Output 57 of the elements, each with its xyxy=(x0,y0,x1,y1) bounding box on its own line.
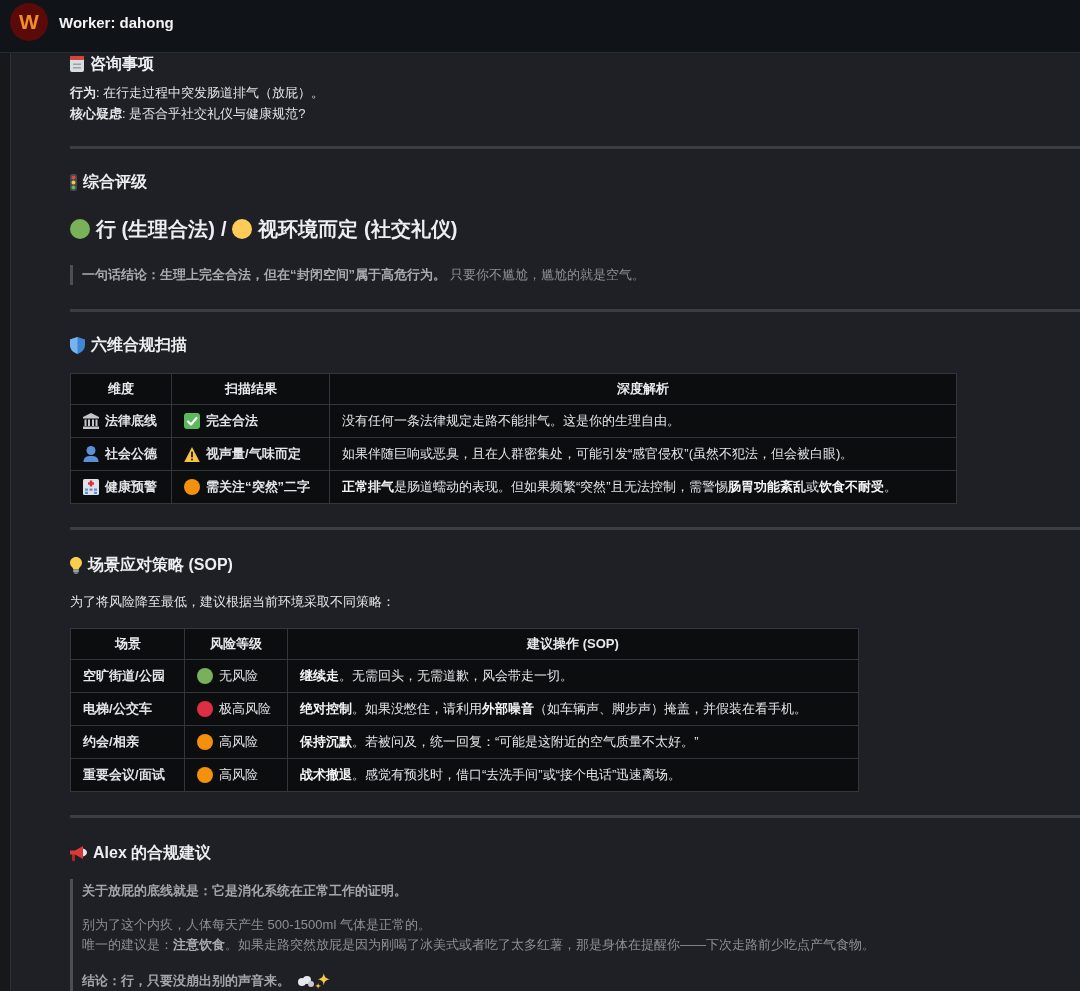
info-line: 核心疑虑: 是否合乎社交礼仪与健康规范? xyxy=(70,105,307,123)
risk-level: 高风险 xyxy=(219,766,258,784)
advice-line: 结论：行，只要没崩出别的声音来。 xyxy=(82,972,290,990)
intro-text: 为了将风险降至最低，建议根据当前环境采取不同策略： xyxy=(70,593,396,611)
table-cell: 空旷街道/公园 xyxy=(70,659,185,693)
advice-line: 唯一的建议是：注意饮食。如果走路突然放屁是因为刚喝了冰美式或者吃了太多红薯，那是身体在提醒你——下次走路前少吃点产气食物。 xyxy=(82,936,876,954)
table-cell: 约会/相亲 xyxy=(70,725,185,759)
dimension-label: 法律底线 xyxy=(105,412,157,430)
scan-result: 完全合法 xyxy=(206,412,258,430)
section-heading: 咨询事项 xyxy=(90,53,154,74)
warning-icon xyxy=(184,446,200,462)
column-header: 深度解析 xyxy=(329,373,957,405)
column-header: 场景 xyxy=(70,628,185,660)
section-heading: 六维合规扫描 xyxy=(91,334,187,355)
table-cell: 如果伴随巨响或恶臭，且在人群密集处，可能引发“感官侵权”(虽然不犯法，但会被白眼)。 xyxy=(329,437,957,471)
check-mark-icon xyxy=(184,413,200,429)
verdict-text: 行 (生理合法) xyxy=(96,216,215,242)
avatar: W xyxy=(10,3,48,41)
column-header: 扫描结果 xyxy=(171,373,330,405)
worker-title: Worker: dahong xyxy=(59,13,174,31)
table-cell: 保持沉默。若被问及，统一回复：“可能是这附近的空气质量不太好。” xyxy=(287,725,859,759)
column-header: 建议操作 (SOP) xyxy=(287,628,859,660)
section-heading: 综合评级 xyxy=(83,171,147,192)
lightbulb-icon xyxy=(70,556,82,574)
dimension-label: 社会公德 xyxy=(105,445,157,463)
dimension-label: 健康预警 xyxy=(105,478,157,496)
summary-quote: 一句话结论：生理上完全合法，但在“封闭空间”属于高危行为。 只要你不尴尬，尴尬的就是空气。 xyxy=(70,265,1080,285)
table-cell: 继续走。无需回头，无需道歉，风会带走一切。 xyxy=(287,659,859,693)
clipboard-icon xyxy=(70,56,84,72)
bank-building-icon xyxy=(83,413,99,429)
traffic-light-icon xyxy=(70,173,77,191)
column-header: 维度 xyxy=(70,373,172,405)
table-cell: 绝对控制。如果没憋住，请利用外部噪音（如车辆声、脚步声）掩盖，并假装在看手机。 xyxy=(287,692,859,726)
column-header: 风险等级 xyxy=(184,628,288,660)
sparkles-icon xyxy=(315,973,330,989)
info-line: 行为: 在行走过程中突发肠道排气（放屁）。 xyxy=(70,84,326,102)
table-cell: 正常排气是肠道蠕动的表现。但如果频繁“突然”且无法控制，需警惕肠胃功能紊乱或饮食不耐受。 xyxy=(329,470,957,504)
table-cell: 战术撤退。感觉有预兆时，借口“去洗手间”或“接个电话”迅速离场。 xyxy=(287,758,859,792)
advice-line: 别为了这个内疚，人体每天产生 500-1500ml 气体是正常的。 xyxy=(82,916,432,934)
risk-level: 无风险 xyxy=(219,667,258,685)
verdict-text: 视环境而定 (社交礼仪) xyxy=(258,216,458,242)
table-cell: 没有任何一条法律规定走路不能排气。这是你的生理自由。 xyxy=(329,404,957,438)
person-icon xyxy=(83,446,99,462)
puff-cloud-icon xyxy=(298,975,314,987)
advice-line: 关于放屁的底线就是：它是消化系统在正常工作的证明。 xyxy=(82,882,408,900)
scan-result: 视声量/气味而定 xyxy=(206,445,301,463)
shield-icon xyxy=(70,336,85,354)
hospital-icon xyxy=(83,479,99,495)
megaphone-icon xyxy=(70,845,87,861)
section-heading: Alex 的合规建议 xyxy=(93,842,212,863)
scan-result: 需关注“突然”二字 xyxy=(206,478,310,496)
table-cell: 电梯/公交车 xyxy=(70,692,185,726)
section-heading: 场景应对策略 (SOP) xyxy=(88,554,233,575)
verdict-separator: / xyxy=(220,217,227,241)
risk-level: 高风险 xyxy=(219,733,258,751)
risk-level: 极高风险 xyxy=(219,700,271,718)
table-cell: 重要会议/面试 xyxy=(70,758,185,792)
